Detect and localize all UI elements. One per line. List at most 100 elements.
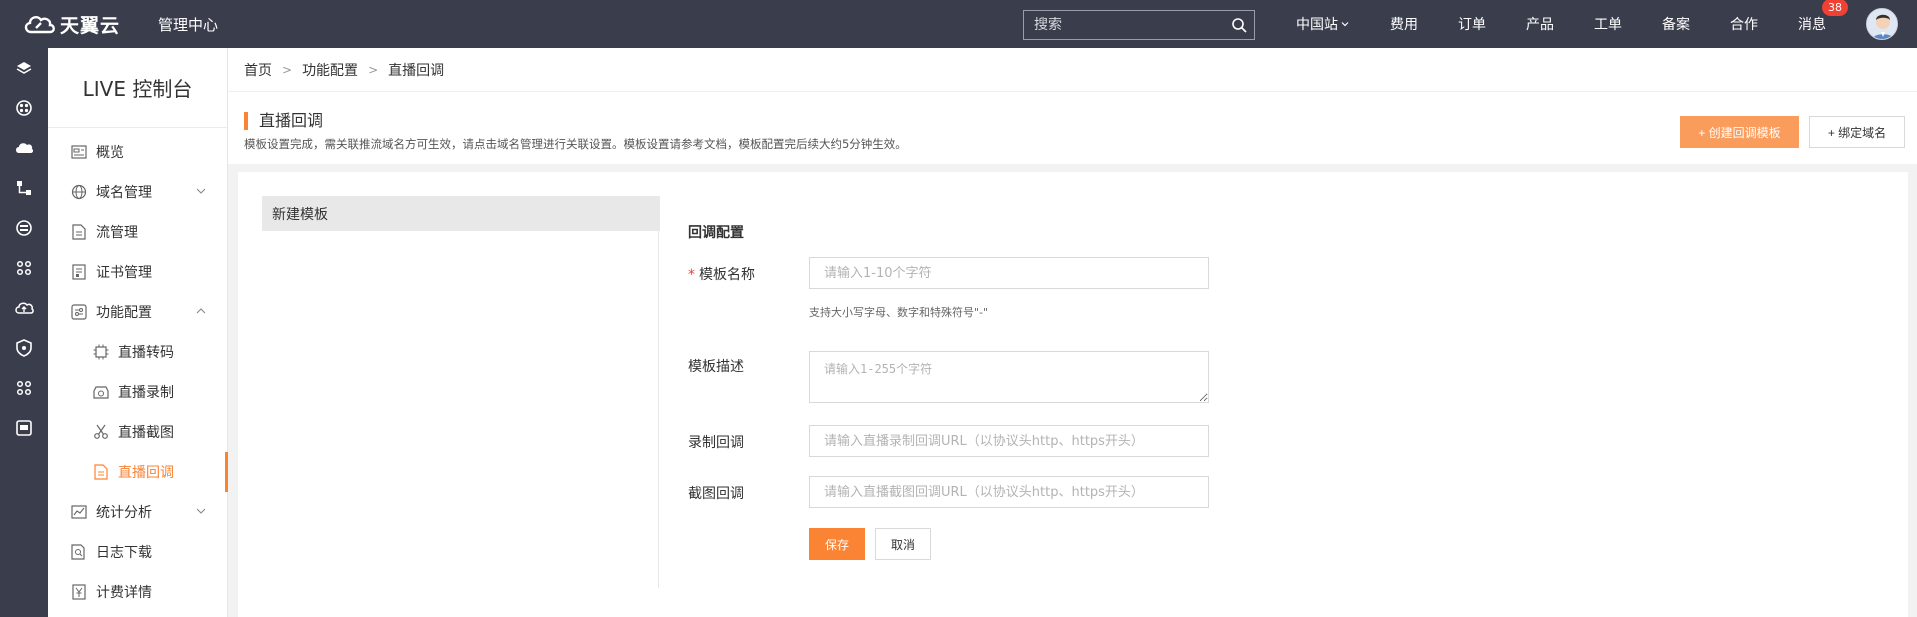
breadcrumb-current: 直播回调 bbox=[388, 62, 445, 79]
sidebar-item-overview[interactable]: 概览 bbox=[48, 132, 227, 172]
search-icon[interactable] bbox=[1224, 17, 1254, 33]
top-nav: 中国站 费用 订单 产品 工单 备案 合作 消息 38 bbox=[1296, 0, 1848, 48]
database-icon bbox=[16, 220, 32, 236]
chevron-up-icon bbox=[196, 308, 206, 314]
layers-icon bbox=[16, 62, 32, 74]
nav-filing[interactable]: 备案 bbox=[1662, 14, 1690, 34]
rail-item-circle[interactable] bbox=[0, 88, 48, 128]
sidebar-item-feature-config[interactable]: 功能配置 bbox=[48, 292, 227, 332]
log-search-icon bbox=[70, 543, 88, 561]
breadcrumb: 首页 > 功能配置 > 直播回调 bbox=[228, 48, 1917, 92]
breadcrumb-separator-icon: > bbox=[282, 62, 293, 77]
template-description-textarea[interactable] bbox=[809, 351, 1209, 403]
sidebar-item-label: 流管理 bbox=[96, 225, 138, 241]
chip-icon bbox=[92, 343, 110, 361]
console-sidebar: LIVE 控制台 概览 域名管理 流管理 证书管理 功能配置 直播转码 直播录制… bbox=[48, 48, 228, 617]
sidebar-item-label: 概览 bbox=[96, 145, 124, 161]
overview-icon bbox=[70, 143, 88, 161]
template-name-label-text: 模板名称 bbox=[699, 267, 755, 283]
nav-products[interactable]: 产品 bbox=[1526, 14, 1554, 34]
shield-icon bbox=[16, 339, 32, 357]
sidebar-item-transcode[interactable]: 直播转码 bbox=[48, 332, 227, 372]
brand-logo[interactable]: 天翼云 bbox=[22, 0, 140, 48]
save-button[interactable]: 保存 bbox=[809, 528, 865, 560]
search-box[interactable] bbox=[1023, 10, 1255, 40]
rail-item-network[interactable] bbox=[0, 168, 48, 208]
sidebar-item-record[interactable]: 直播录制 bbox=[48, 372, 227, 412]
sidebar-item-snapshot[interactable]: 直播截图 bbox=[48, 412, 227, 452]
search-input[interactable] bbox=[1024, 17, 1224, 33]
breadcrumb-home[interactable]: 首页 bbox=[244, 60, 272, 80]
nav-region[interactable]: 中国站 bbox=[1296, 14, 1350, 34]
sidebar-item-domain[interactable]: 域名管理 bbox=[48, 172, 227, 212]
page-description: 模板设置完成，需关联推流域名方可生效，请点击域名管理进行关联设置。模板设置请参考… bbox=[244, 137, 907, 151]
rail-item-database[interactable] bbox=[0, 208, 48, 248]
sidebar-item-certificate[interactable]: 证书管理 bbox=[48, 252, 227, 292]
sidebar-item-billing[interactable]: 计费详情 bbox=[48, 572, 227, 612]
chart-icon bbox=[70, 503, 88, 521]
sidebar-item-logs[interactable]: 日志下载 bbox=[48, 532, 227, 572]
console-title: LIVE 控制台 bbox=[48, 48, 227, 128]
sidebar-item-label: 直播截图 bbox=[118, 425, 174, 441]
avatar-image bbox=[1867, 9, 1897, 39]
rail-item-cross[interactable] bbox=[0, 248, 48, 288]
record-callback-label: 录制回调 bbox=[688, 435, 744, 451]
nav-messages[interactable]: 消息 38 bbox=[1798, 0, 1848, 34]
create-callback-template-button[interactable]: + 创建回调模板 bbox=[1680, 116, 1799, 148]
template-name-input[interactable] bbox=[809, 257, 1209, 289]
sidebar-item-label: 直播回调 bbox=[118, 465, 174, 481]
cross-icon-2 bbox=[16, 380, 32, 396]
user-avatar[interactable] bbox=[1866, 8, 1898, 40]
nav-cooperation[interactable]: 合作 bbox=[1730, 14, 1758, 34]
document-icon bbox=[70, 223, 88, 241]
cloud-upload-icon bbox=[15, 302, 34, 314]
sidebar-item-label: 直播转码 bbox=[118, 345, 174, 361]
template-name-hint: 支持大小写字母、数字和特殊符号"-" bbox=[809, 306, 989, 319]
network-icon bbox=[17, 181, 31, 195]
nav-orders[interactable]: 订单 bbox=[1458, 14, 1486, 34]
chevron-down-icon bbox=[196, 508, 206, 514]
rail-item-shield[interactable] bbox=[0, 328, 48, 368]
rail-item-cross-2[interactable] bbox=[0, 368, 48, 408]
template-name-label: * 模板名称 bbox=[688, 264, 755, 284]
brand-name: 天翼云 bbox=[60, 14, 121, 37]
scissors-icon bbox=[92, 423, 110, 441]
template-list: 新建模板 bbox=[262, 196, 660, 231]
required-asterisk: * bbox=[688, 267, 695, 283]
nav-billing[interactable]: 费用 bbox=[1390, 14, 1418, 34]
message-count-badge: 38 bbox=[1822, 0, 1848, 16]
certificate-icon bbox=[70, 263, 88, 281]
snapshot-callback-label: 截图回调 bbox=[688, 486, 744, 502]
breadcrumb-separator-icon: > bbox=[368, 62, 379, 77]
template-list-item[interactable]: 新建模板 bbox=[262, 196, 660, 231]
sidebar-item-label: 功能配置 bbox=[96, 305, 152, 321]
breadcrumb-feature-config[interactable]: 功能配置 bbox=[302, 60, 358, 80]
rail-item-cloud[interactable] bbox=[0, 128, 48, 168]
sidebar-item-statistics[interactable]: 统计分析 bbox=[48, 492, 227, 532]
management-center-link[interactable]: 管理中心 bbox=[158, 14, 218, 35]
page-title: 直播回调 bbox=[244, 112, 323, 130]
record-icon bbox=[92, 383, 110, 401]
top-navigation-bar: 天翼云 管理中心 中国站 费用 订单 产品 工单 备案 合作 消息 38 bbox=[0, 0, 1917, 48]
chevron-down-icon bbox=[1341, 22, 1349, 27]
rail-item-layers[interactable] bbox=[0, 48, 48, 88]
product-icon-rail bbox=[0, 48, 48, 617]
sidebar-item-stream[interactable]: 流管理 bbox=[48, 212, 227, 252]
nav-tickets[interactable]: 工单 bbox=[1594, 14, 1622, 34]
cancel-button[interactable]: 取消 bbox=[875, 528, 931, 560]
yen-icon bbox=[70, 583, 88, 601]
page-header: 直播回调 模板设置完成，需关联推流域名方可生效，请点击域名管理进行关联设置。模板… bbox=[228, 92, 1917, 164]
chevron-down-icon bbox=[196, 188, 206, 194]
cloud-icon bbox=[16, 143, 34, 153]
nav-region-label: 中国站 bbox=[1296, 17, 1338, 33]
record-callback-input[interactable] bbox=[809, 425, 1209, 457]
bind-domain-button[interactable]: + 绑定域名 bbox=[1809, 116, 1905, 148]
rail-item-monitor[interactable] bbox=[0, 408, 48, 448]
sidebar-item-label: 证书管理 bbox=[96, 265, 152, 281]
monitor-icon bbox=[16, 420, 32, 436]
sidebar-item-callback[interactable]: 直播回调 bbox=[48, 452, 228, 492]
rail-item-cloud-upload[interactable] bbox=[0, 288, 48, 328]
callback-document-icon bbox=[92, 463, 110, 481]
grid-circle-icon bbox=[16, 100, 32, 116]
snapshot-callback-input[interactable] bbox=[809, 476, 1209, 508]
